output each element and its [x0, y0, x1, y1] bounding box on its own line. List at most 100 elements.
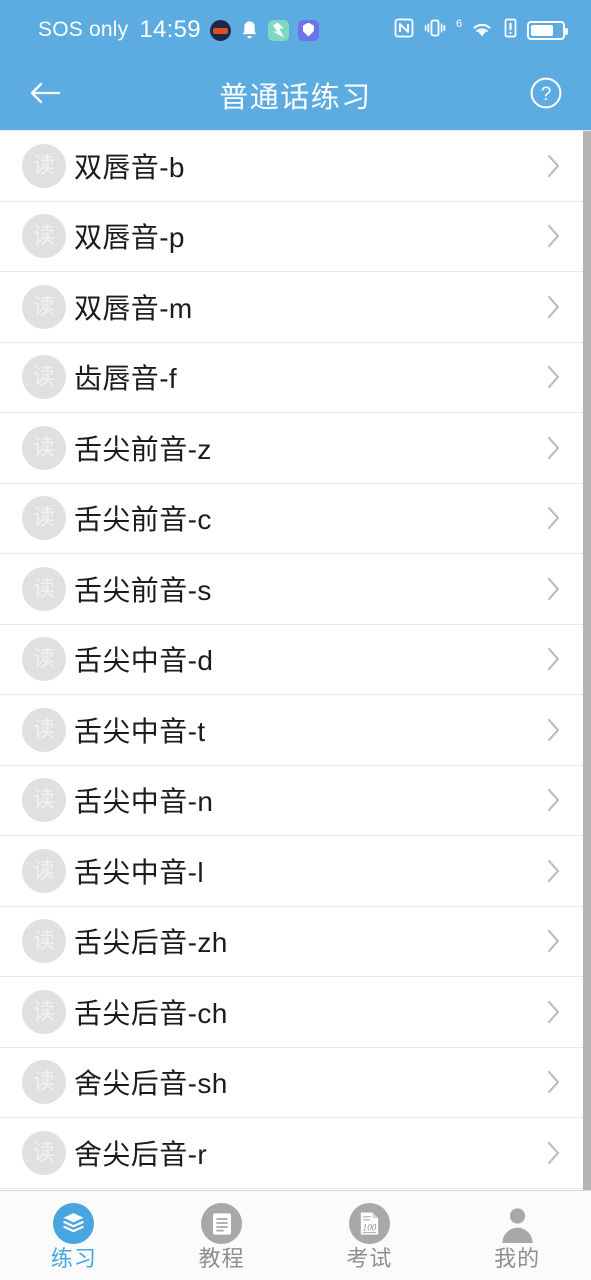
practice-list-row[interactable]: 读舍尖后音-r [0, 1118, 591, 1189]
practice-item-label: 舌尖后音-zh [74, 927, 228, 959]
practice-list-row[interactable]: 读双唇音-b [0, 131, 591, 202]
app-badge-dark-icon [209, 19, 231, 41]
practice-item-label: 舌尖前音-c [74, 504, 212, 536]
bottom-tab-bar: 练习 教程 100 考试 我的 [0, 1190, 591, 1280]
exam-paper-100-icon: 100 [348, 1203, 390, 1244]
practice-list-row[interactable]: 读齿唇音-f [0, 342, 591, 413]
tab-1-layers[interactable]: 练习 [0, 1203, 148, 1270]
tab-label: 考试 [346, 1246, 393, 1271]
status-bar: SOS only 14:59 6 [0, 0, 591, 60]
chevron-right-icon [543, 218, 565, 254]
chevron-right-icon [543, 289, 565, 325]
read-badge-icon: 读 [22, 707, 66, 752]
bell-icon [240, 20, 259, 41]
chevron-right-icon [543, 1064, 565, 1100]
read-badge-icon: 读 [22, 848, 66, 893]
signal-alert-icon [504, 18, 517, 43]
read-badge-label: 读 [32, 223, 55, 249]
read-badge-label: 读 [32, 716, 55, 742]
read-badge-icon: 读 [22, 566, 66, 611]
svg-text:?: ? [541, 84, 552, 105]
arrow-left-icon [28, 79, 62, 112]
list-scrollbar[interactable] [583, 131, 591, 1190]
practice-list: 读双唇音-b 读双唇音-p 读双唇音-m 读齿唇音-f 读舌尖前音-z 读舌尖前音-c 读舌… [0, 131, 591, 1189]
battery-icon [527, 20, 568, 40]
practice-list-row[interactable]: 读舍尖后音-sh [0, 1047, 591, 1118]
read-badge-icon: 读 [22, 214, 66, 259]
tab-4-person[interactable]: 我的 [443, 1203, 591, 1270]
carrier-label: SOS only [38, 18, 129, 41]
read-badge-label: 读 [32, 928, 55, 954]
chevron-right-icon [543, 359, 565, 395]
read-badge-label: 读 [32, 857, 55, 883]
practice-item-label: 双唇音-m [74, 292, 193, 324]
read-badge-icon: 读 [22, 284, 66, 329]
clock-label: 14:59 [139, 16, 201, 43]
practice-item-label: 舌尖中音-t [74, 715, 206, 747]
chevron-right-icon [543, 782, 565, 818]
read-badge-icon: 读 [22, 425, 66, 470]
tab-label: 我的 [494, 1246, 541, 1271]
chevron-right-icon [543, 712, 565, 748]
practice-list-row[interactable]: 读舌尖中音-n [0, 765, 591, 836]
svg-text:6: 6 [456, 18, 462, 29]
practice-item-label: 双唇音-b [74, 151, 185, 183]
app-badge-blue-icon [297, 19, 319, 41]
chevron-right-icon [543, 994, 565, 1030]
document-lines-icon [201, 1203, 243, 1244]
read-badge-label: 读 [32, 505, 55, 531]
practice-item-label: 舌尖前音-s [74, 574, 212, 606]
practice-list-row[interactable]: 读舌尖中音-d [0, 624, 591, 695]
tab-3-exam-paper-100[interactable]: 100 考试 [296, 1203, 444, 1270]
chevron-right-icon [543, 148, 565, 184]
practice-list-row[interactable]: 读舌尖后音-ch [0, 977, 591, 1048]
read-badge-label: 读 [32, 646, 55, 672]
practice-list-row[interactable]: 读舌尖前音-z [0, 413, 591, 484]
practice-list-row[interactable]: 读双唇音-m [0, 272, 591, 343]
read-badge-label: 读 [32, 364, 55, 390]
layers-icon [53, 1203, 95, 1244]
chevron-right-icon [543, 641, 565, 677]
read-badge-icon: 读 [22, 1060, 66, 1105]
read-badge-icon: 读 [22, 778, 66, 823]
chevron-right-icon [543, 923, 565, 959]
tab-2-document-lines[interactable]: 教程 [148, 1203, 296, 1270]
person-icon [497, 1203, 538, 1244]
scrollbar-thumb[interactable] [583, 131, 591, 1190]
read-badge-icon: 读 [22, 637, 66, 682]
status-bar-left: SOS only 14:59 [38, 16, 319, 44]
app-header: 普通话练习 ? [0, 60, 591, 130]
svg-text:100: 100 [363, 1223, 377, 1233]
practice-list-row[interactable]: 读舌尖前音-c [0, 483, 591, 554]
read-badge-label: 读 [32, 787, 55, 813]
practice-item-label: 舍尖后音-r [74, 1138, 208, 1170]
read-badge-label: 读 [32, 1139, 55, 1165]
app-badge-green-icon [267, 19, 289, 41]
read-badge-icon: 读 [22, 355, 66, 400]
chevron-right-icon [543, 1135, 565, 1171]
read-badge-icon: 读 [22, 496, 66, 541]
help-button[interactable]: ? [523, 72, 569, 118]
page-title: 普通话练习 [219, 82, 372, 114]
practice-list-row[interactable]: 读舌尖后音-zh [0, 906, 591, 977]
practice-list-row[interactable]: 读舌尖前音-s [0, 554, 591, 625]
practice-list-row[interactable]: 读舌尖中音-t [0, 695, 591, 766]
chevron-right-icon [543, 853, 565, 889]
read-badge-label: 读 [32, 575, 55, 601]
practice-list-row[interactable]: 读双唇音-p [0, 201, 591, 272]
practice-item-label: 舌尖中音-n [74, 786, 214, 818]
read-badge-icon: 读 [22, 143, 66, 188]
vibrate-icon [424, 18, 446, 43]
chevron-right-icon [543, 571, 565, 607]
practice-item-label: 舌尖中音-d [74, 645, 214, 677]
back-button[interactable] [22, 72, 68, 118]
practice-list-row[interactable]: 读舌尖中音-l [0, 836, 591, 907]
practice-item-label: 舌尖后音-ch [74, 997, 228, 1029]
status-bar-right: 6 [394, 18, 568, 43]
read-badge-icon: 读 [22, 1130, 66, 1175]
practice-item-label: 双唇音-p [74, 222, 185, 254]
read-badge-label: 读 [32, 152, 55, 178]
practice-item-label: 舍尖后音-sh [74, 1068, 228, 1100]
read-badge-label: 读 [32, 293, 55, 319]
read-badge-label: 读 [32, 1069, 55, 1095]
